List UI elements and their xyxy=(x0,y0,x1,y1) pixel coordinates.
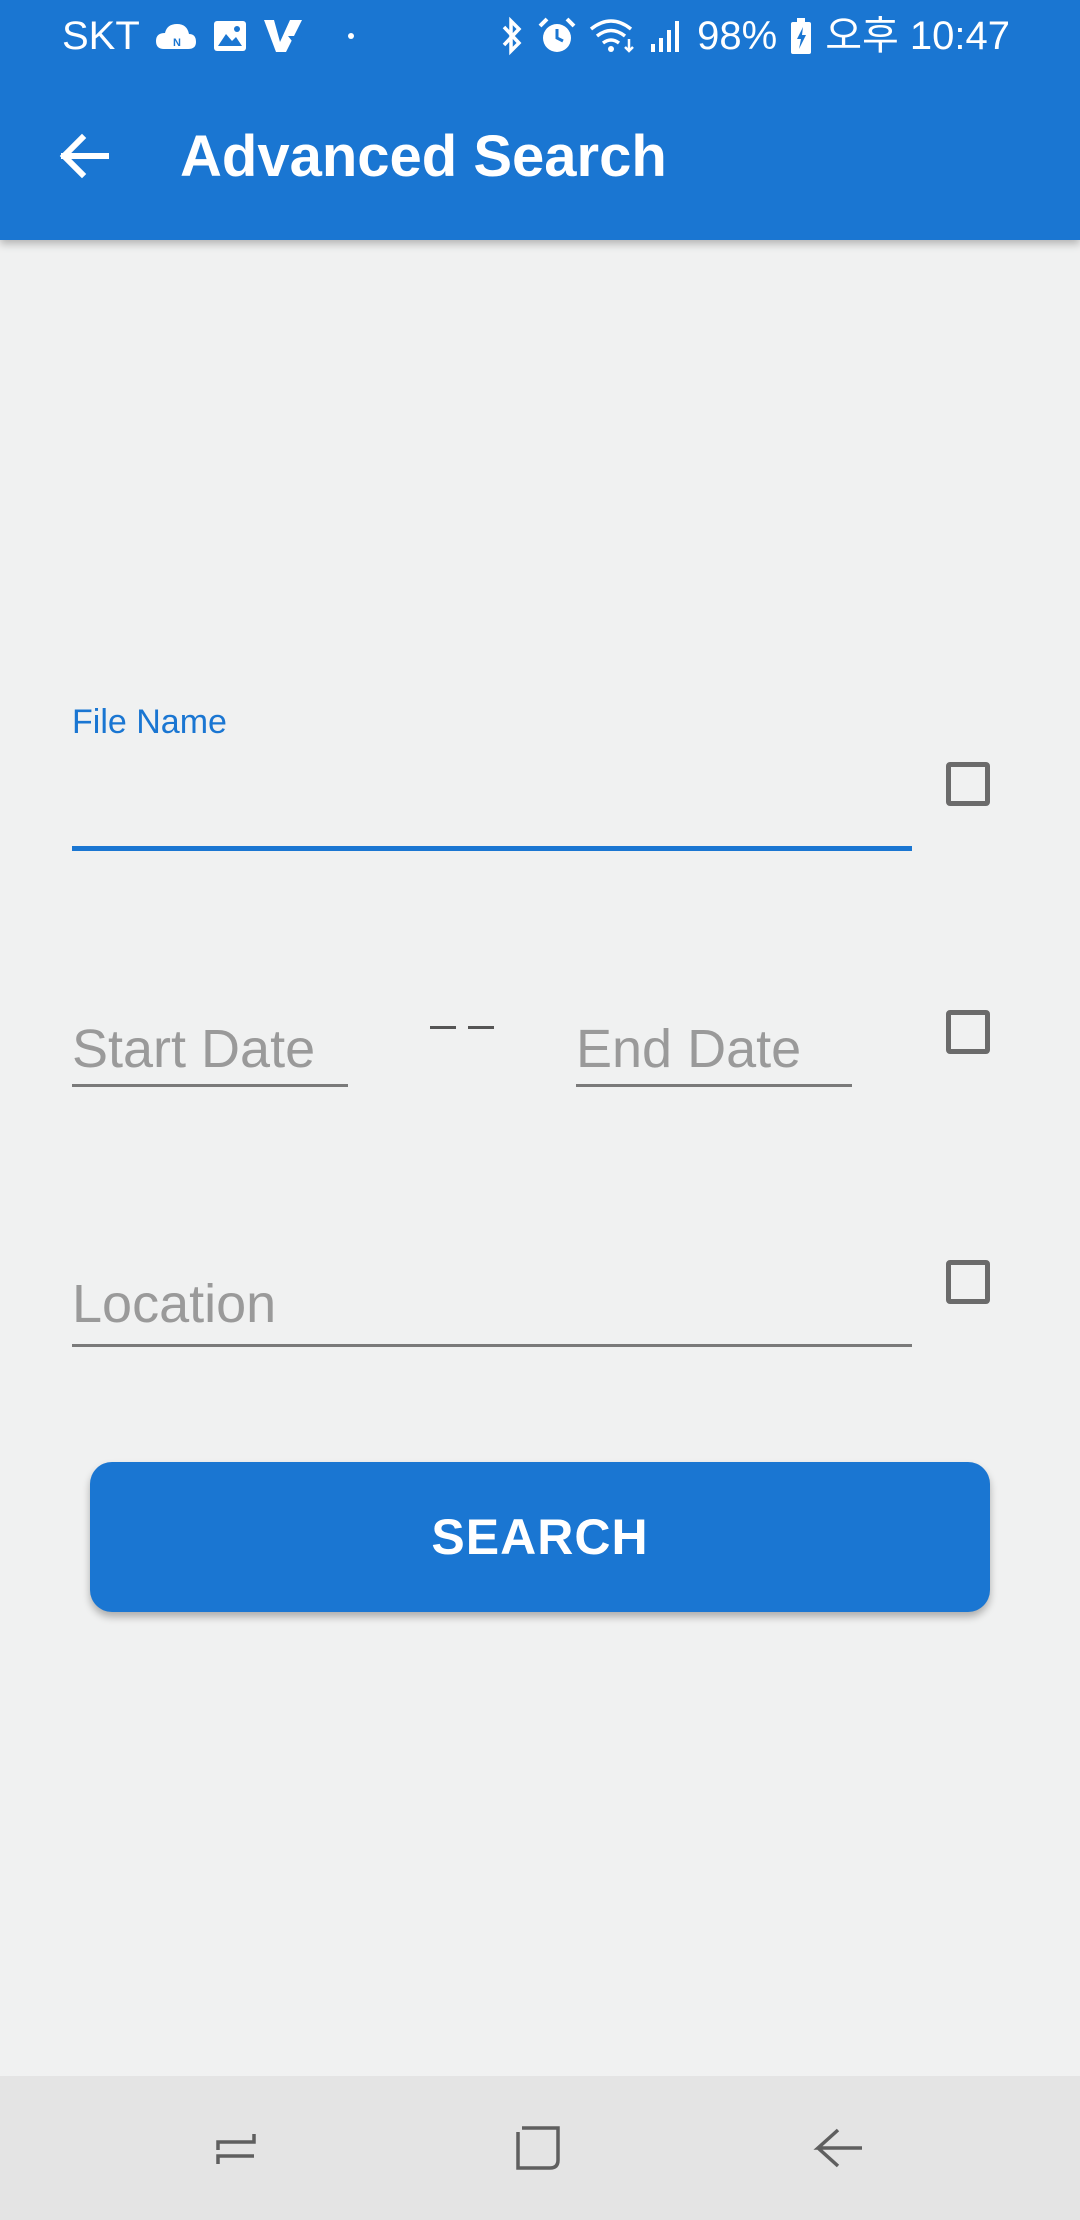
recents-icon xyxy=(216,2134,256,2164)
battery-icon xyxy=(789,16,813,56)
file-name-input[interactable] xyxy=(72,766,912,851)
cloud-icon: N xyxy=(154,21,198,51)
end-date-input[interactable] xyxy=(576,1014,852,1087)
svg-text:N: N xyxy=(173,37,181,49)
location-checkbox[interactable] xyxy=(946,1260,990,1304)
recents-button[interactable] xyxy=(200,2112,272,2184)
app-bar: SKT N 98% 오후 10:47 Advanced Search xyxy=(0,0,1080,240)
battery-percent: 98% xyxy=(697,14,778,58)
back-button[interactable] xyxy=(48,120,120,192)
alarm-icon xyxy=(537,16,577,56)
advanced-search-form: File Name SEARCH xyxy=(0,240,1080,2076)
clock: 오후 10:47 xyxy=(825,14,1010,58)
back-arrow-icon xyxy=(59,133,109,179)
status-bar-right: 98% 오후 10:47 xyxy=(499,12,1010,60)
toolbar: Advanced Search xyxy=(0,72,1080,240)
separator-dash xyxy=(430,1026,456,1029)
separator-dash xyxy=(468,1026,494,1029)
date-range-checkbox[interactable] xyxy=(946,1010,990,1054)
home-icon xyxy=(516,2126,560,2170)
page-title: Advanced Search xyxy=(180,124,667,189)
file-name-checkbox[interactable] xyxy=(946,762,990,806)
carrier-label: SKT xyxy=(62,14,140,58)
search-button[interactable]: SEARCH xyxy=(90,1462,990,1612)
notification-dot xyxy=(347,33,354,39)
status-bar: SKT N 98% 오후 10:47 xyxy=(0,0,1080,72)
bluetooth-icon xyxy=(499,16,525,56)
back-icon xyxy=(813,2128,862,2168)
system-back-button[interactable] xyxy=(804,2112,876,2184)
start-date-input[interactable] xyxy=(72,1014,348,1087)
v-app-icon xyxy=(262,16,306,56)
home-button[interactable] xyxy=(502,2112,574,2184)
date-range-separator xyxy=(430,1026,494,1046)
location-input[interactable] xyxy=(72,1264,912,1347)
wifi-icon xyxy=(589,17,637,55)
image-icon xyxy=(212,19,248,53)
file-name-label: File Name xyxy=(72,703,227,741)
status-bar-left: SKT N xyxy=(62,12,354,60)
signal-icon xyxy=(649,18,685,54)
system-nav-bar xyxy=(0,2076,1080,2220)
